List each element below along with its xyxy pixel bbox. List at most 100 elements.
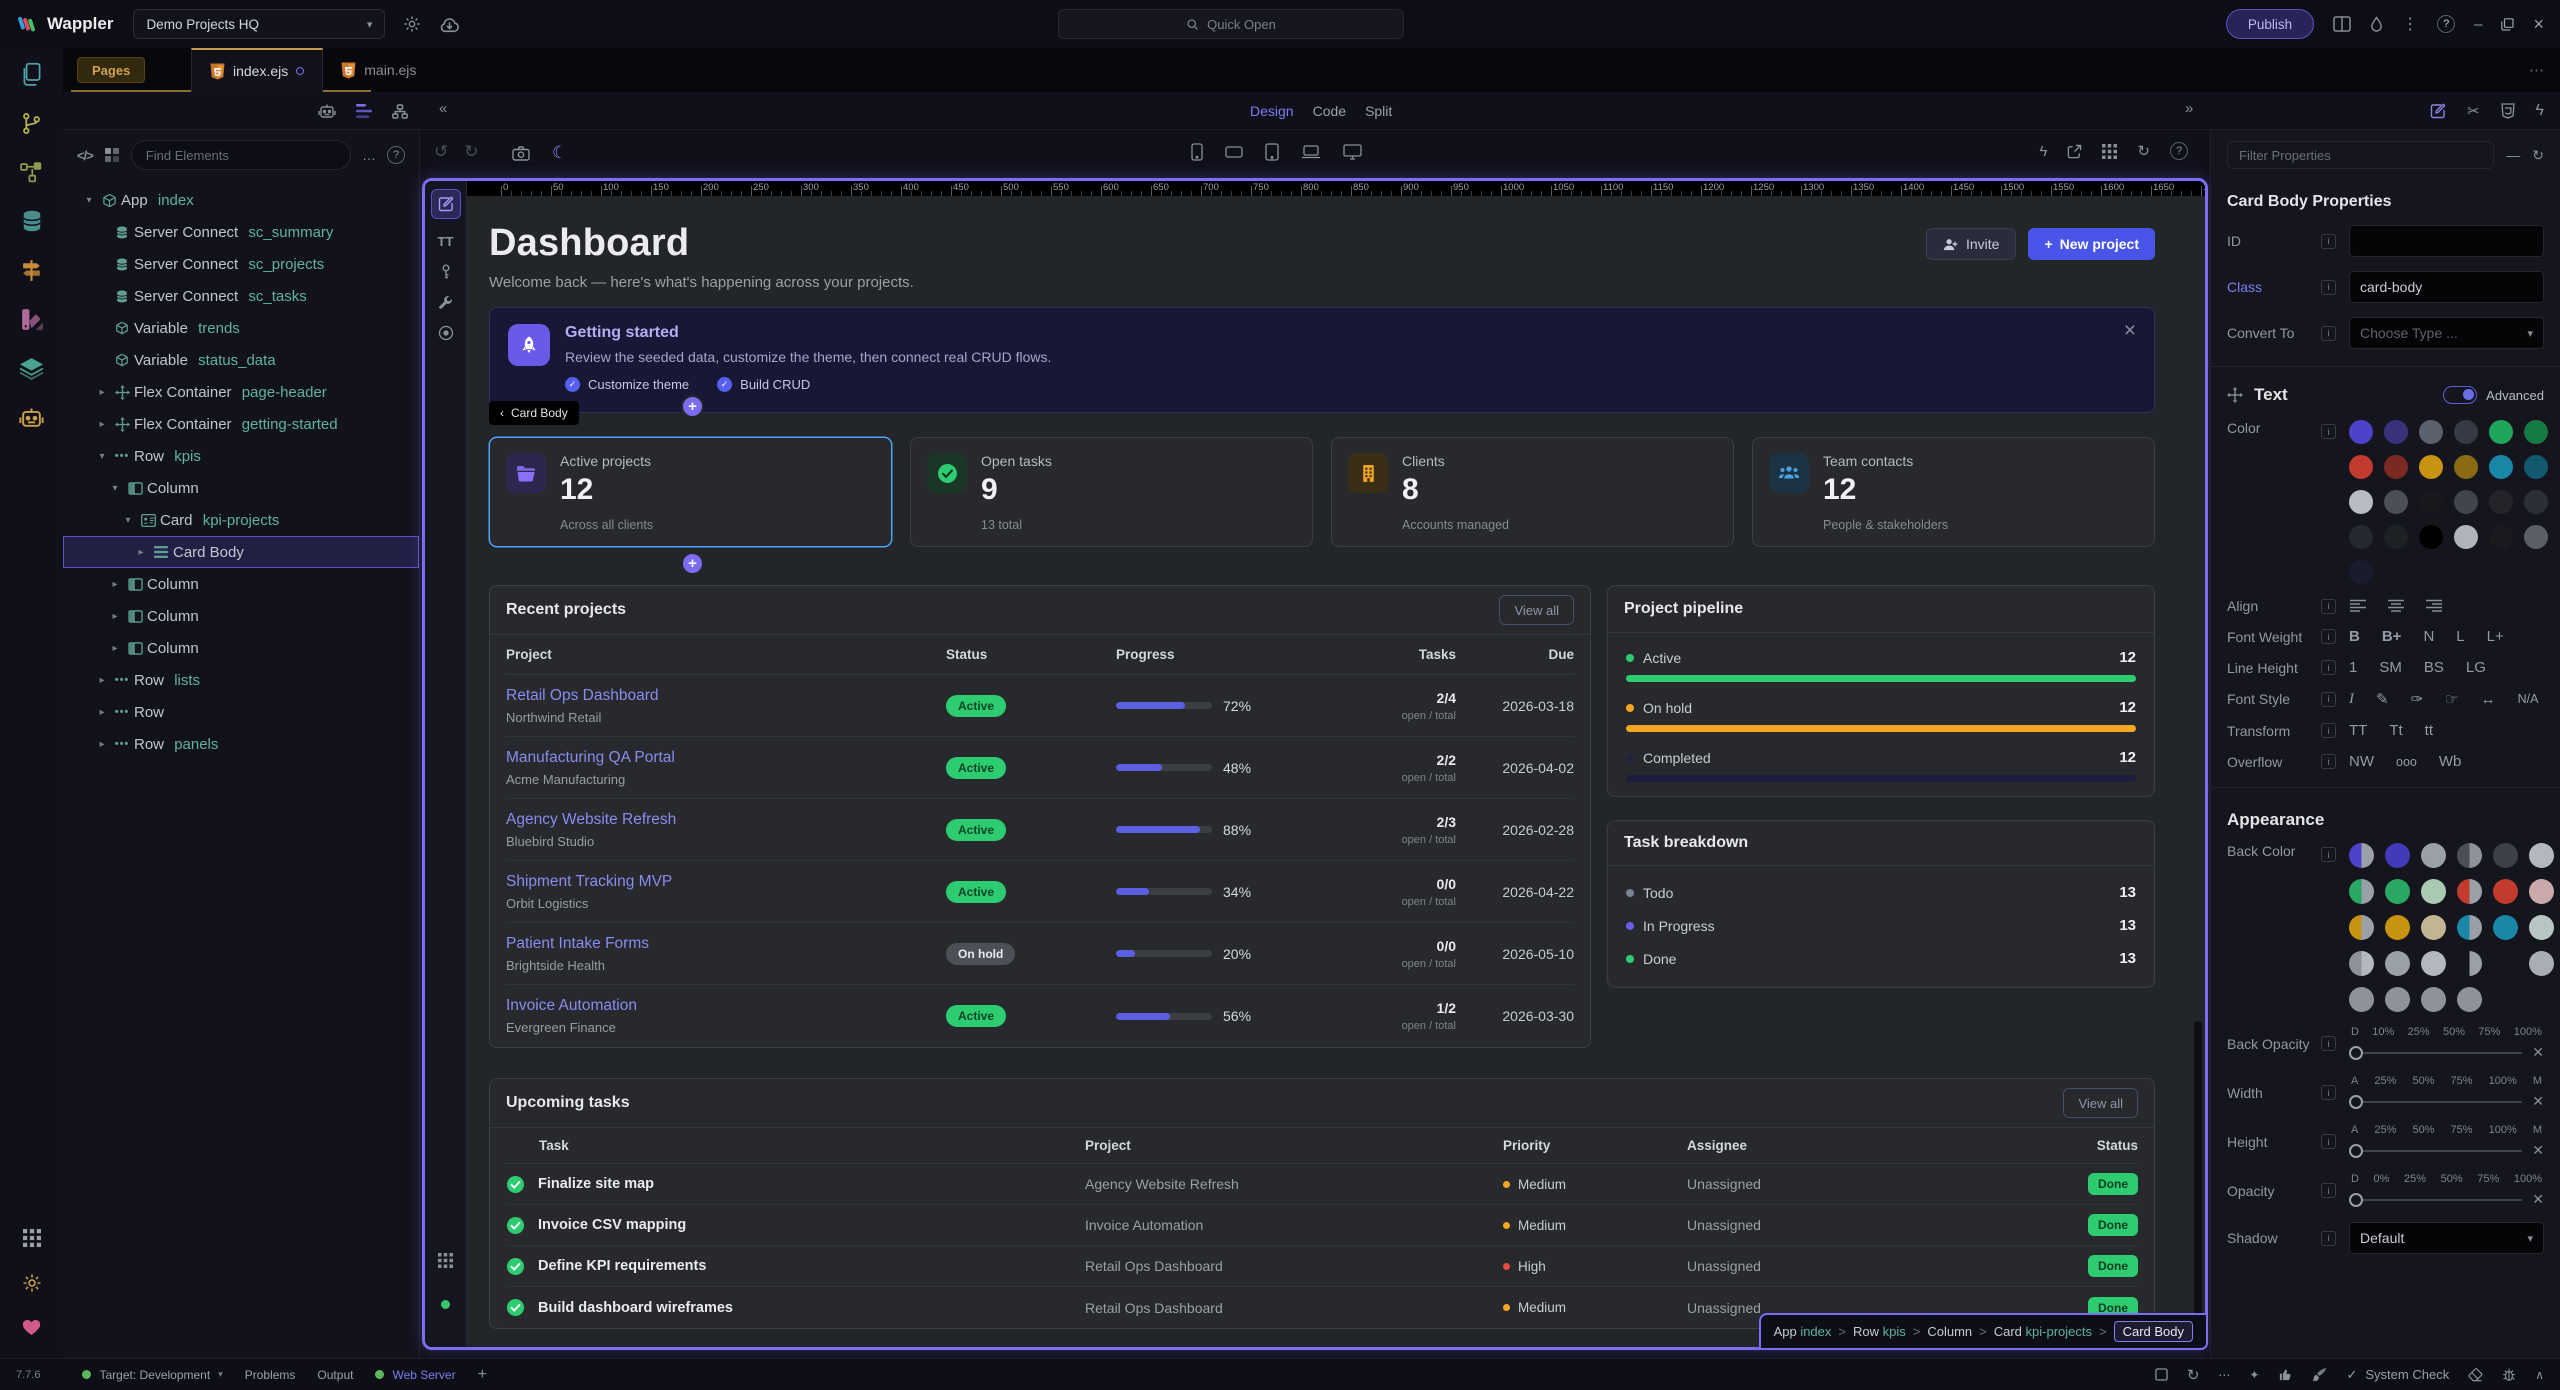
color-swatch[interactable]	[2385, 879, 2410, 904]
tab-index.ejs[interactable]: index.ejs	[191, 48, 324, 92]
chevron-right-icon[interactable]: ▸	[94, 707, 110, 718]
color-swatch[interactable]	[2385, 987, 2410, 1012]
scale-tick-label[interactable]: M	[2533, 1075, 2542, 1087]
grid-overlay-icon[interactable]	[438, 1253, 453, 1268]
color-swatch[interactable]	[2493, 879, 2518, 904]
color-swatch[interactable]	[2419, 455, 2443, 479]
column-header[interactable]: Tasks	[1346, 647, 1456, 662]
kebab-menu-icon[interactable]: ⋮	[2402, 14, 2418, 34]
chevron-down-icon[interactable]: ▾	[120, 515, 136, 526]
scale-tick-label[interactable]: 25%	[2374, 1124, 2396, 1136]
text-width-icon[interactable]: ↔	[2481, 691, 2496, 708]
sidebar-robot-icon[interactable]	[15, 401, 49, 433]
color-swatch[interactable]	[2421, 987, 2446, 1012]
panel-help-icon[interactable]: ?	[387, 146, 405, 164]
invite-button[interactable]: Invite	[1925, 228, 2017, 260]
scale-tick-label[interactable]: 100%	[2514, 1173, 2542, 1185]
font-style-na[interactable]: N/A	[2518, 692, 2539, 706]
color-swatch[interactable]	[2457, 915, 2482, 940]
kpi-card[interactable]: Clients 8 Accounts managed	[1331, 437, 1734, 547]
sitemap-icon[interactable]	[392, 103, 408, 119]
color-swatch[interactable]	[2529, 843, 2554, 868]
color-swatch[interactable]	[2457, 987, 2482, 1012]
color-swatch[interactable]	[2489, 490, 2513, 514]
color-swatch[interactable]	[2384, 420, 2408, 444]
task-check-icon[interactable]	[506, 1216, 525, 1235]
column-header[interactable]: Task	[506, 1138, 1085, 1153]
scale-tick-label[interactable]: A	[2351, 1124, 2358, 1136]
advanced-toggle[interactable]	[2443, 386, 2478, 404]
sidebar-pages-icon[interactable]	[15, 58, 49, 90]
color-swatch[interactable]	[2529, 915, 2554, 940]
color-swatch[interactable]	[2385, 915, 2410, 940]
tree-item[interactable]: Server Connect sc_tasks	[63, 280, 419, 312]
scale-tick-label[interactable]: 50%	[2412, 1124, 2434, 1136]
project-link[interactable]: Manufacturing QA Portal	[506, 749, 675, 766]
tree-item[interactable]: Variable trends	[63, 312, 419, 344]
task-row[interactable]: Finalize site map Agency Website Refresh…	[506, 1164, 2138, 1205]
color-swatch[interactable]	[2349, 560, 2373, 584]
project-row[interactable]: Patient Intake Forms Brightside Health On…	[506, 923, 1574, 985]
brush-icon[interactable]	[2312, 1367, 2327, 1382]
column-header[interactable]: Status	[946, 647, 1116, 662]
option-1[interactable]: 1	[2349, 659, 2357, 676]
align-left-icon[interactable]	[2349, 599, 2367, 613]
breadcrumb-item[interactable]: Column	[1927, 1324, 1972, 1339]
breadcrumb-item[interactable]: Card Body	[2113, 1321, 2193, 1342]
color-swatch[interactable]	[2457, 879, 2482, 904]
code-view-icon[interactable]: </>	[77, 148, 94, 163]
device-desktop-icon[interactable]	[1343, 144, 1362, 160]
chevron-right-icon[interactable]: ▸	[94, 739, 110, 750]
scale-tick-label[interactable]: 10%	[2372, 1026, 2394, 1038]
scale-tick-label[interactable]: 50%	[2441, 1173, 2463, 1185]
color-swatch[interactable]	[2384, 490, 2408, 514]
clear-icon[interactable]: ✕	[2532, 1093, 2544, 1110]
scissors-icon[interactable]: ✂	[2467, 102, 2480, 120]
settings-gear-icon[interactable]	[403, 15, 421, 33]
option-ooo[interactable]: ooo	[2396, 755, 2417, 769]
scale-tick-label[interactable]: 75%	[2451, 1124, 2473, 1136]
tab-main.ejs[interactable]: main.ejs	[323, 48, 434, 92]
ellipsis-icon[interactable]: ⋯	[2218, 1368, 2230, 1382]
select-edit-tool-icon[interactable]	[430, 189, 461, 219]
mode-split[interactable]: Split	[1365, 103, 1392, 119]
project-row[interactable]: Manufacturing QA Portal Acme Manufacturin…	[506, 737, 1574, 799]
scale-tick-label[interactable]: 100%	[2514, 1026, 2542, 1038]
project-link[interactable]: Retail Ops Dashboard	[506, 687, 659, 704]
filter-properties-input[interactable]	[2227, 141, 2495, 169]
tab-overflow-icon[interactable]: ⋯	[2529, 61, 2544, 79]
eraser-icon[interactable]	[2468, 1367, 2483, 1382]
align-center-icon[interactable]	[2387, 599, 2405, 613]
color-swatch[interactable]	[2421, 843, 2446, 868]
chevron-right-icon[interactable]: ▸	[94, 675, 110, 686]
tree-item[interactable]: ▾ ••• Row kpis	[63, 440, 419, 472]
convert-to-select[interactable]: Choose Type ... ▾	[2349, 317, 2544, 349]
scale-tick-label[interactable]: A	[2351, 1075, 2358, 1087]
selection-label-pill[interactable]: ‹ Card Body	[489, 401, 579, 425]
collapse-sections-icon[interactable]: —	[2506, 147, 2520, 163]
chevron-right-icon[interactable]: ▸	[94, 419, 110, 430]
chevron-down-icon[interactable]: ▾	[94, 451, 110, 462]
add-element-button-2[interactable]: +	[681, 552, 704, 575]
chevron-down-icon[interactable]: ▾	[107, 483, 123, 494]
tree-item[interactable]: ▸ ••• Row	[63, 696, 419, 728]
add-panel-icon[interactable]: +	[478, 1366, 487, 1384]
color-swatch[interactable]	[2385, 951, 2410, 976]
color-swatch[interactable]	[2454, 525, 2478, 549]
task-check-icon[interactable]	[506, 1298, 525, 1317]
project-link[interactable]: Invoice Automation	[506, 997, 637, 1014]
color-swatch[interactable]	[2529, 951, 2554, 976]
device-phone-landscape-icon[interactable]	[1225, 146, 1243, 158]
scale-tick-label[interactable]: 50%	[2443, 1026, 2465, 1038]
clear-icon[interactable]: ✕	[2532, 1142, 2544, 1159]
refresh-view-icon[interactable]: ↻	[2137, 142, 2150, 160]
width-slider[interactable]	[2349, 1094, 2363, 1109]
reload-icon[interactable]: ↻	[2187, 1366, 2200, 1384]
close-button[interactable]: ×	[2533, 14, 2544, 35]
shadow-select[interactable]: Default ▾	[2349, 1222, 2544, 1254]
color-swatch[interactable]	[2421, 879, 2446, 904]
screenshot-camera-icon[interactable]	[512, 145, 530, 161]
css-shield-icon[interactable]	[2500, 103, 2515, 119]
tree-item[interactable]: ▸ Column	[63, 632, 419, 664]
tree-item[interactable]: ▸ Flex Container page-header	[63, 376, 419, 408]
